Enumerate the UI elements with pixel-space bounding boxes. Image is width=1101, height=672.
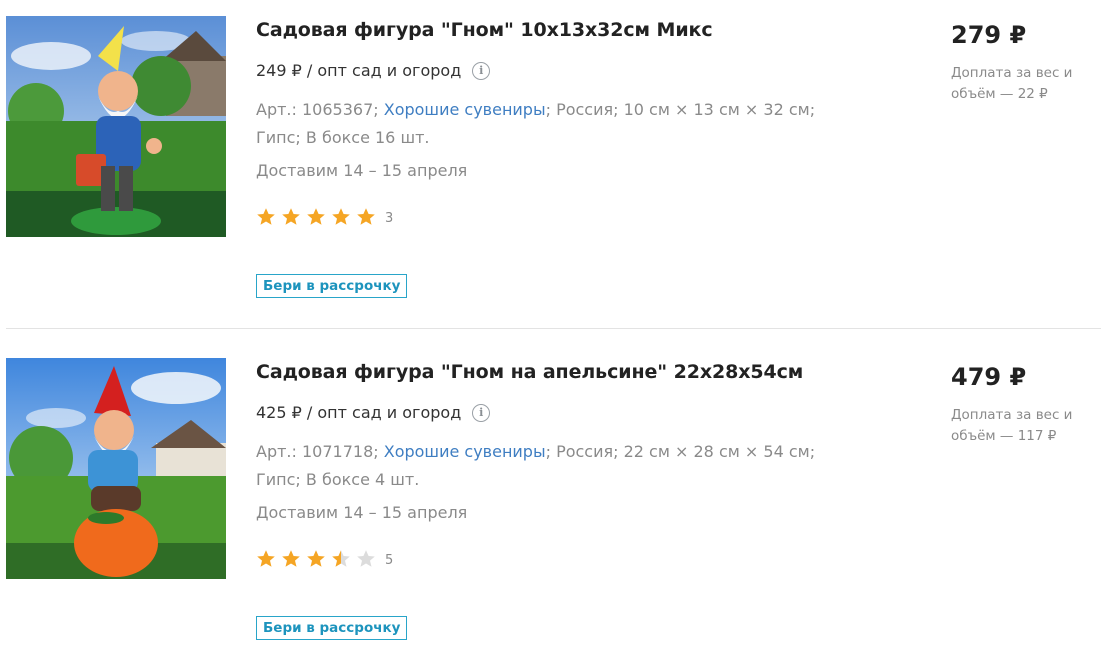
price: 479 ₽: [951, 363, 1027, 391]
star-icon: [307, 550, 325, 567]
details-line2: Гипс; В боксе 4 шт.: [256, 470, 420, 489]
info-circle-icon[interactable]: i: [472, 403, 491, 422]
details-line2: Гипс; В боксе 16 шт.: [256, 128, 430, 147]
divider: [6, 328, 1101, 329]
product-details: Арт.: 1071718; Хорошие сувениры; Россия;…: [256, 438, 856, 494]
star-icon: [282, 208, 300, 225]
brand-link[interactable]: Хорошие сувениры: [384, 100, 546, 119]
star-icon: [357, 550, 375, 567]
product-image-gnome-orange[interactable]: [6, 358, 226, 579]
surcharge-note: Доплата за вес и объём — 117 ₽: [951, 407, 1073, 444]
star-icon: [307, 208, 325, 225]
star-icon: [332, 550, 350, 567]
product-title[interactable]: Садовая фигура "Гном на апельсине" 22х28…: [256, 361, 803, 383]
star-icon: [357, 208, 375, 225]
rating-stars[interactable]: 5: [256, 549, 393, 569]
rating-stars[interactable]: 3: [256, 207, 393, 227]
details-text: ; Россия; 10 см × 13 см × 32 см;: [545, 100, 816, 119]
product-title[interactable]: Садовая фигура "Гном" 10х13х32см Микс: [256, 19, 713, 41]
wholesale-price-text: 425 ₽ / опт сад и огород: [256, 403, 462, 422]
star-icon: [257, 550, 275, 567]
product-details: Арт.: 1065367; Хорошие сувениры; Россия;…: [256, 96, 856, 152]
surcharge-note: Доплата за вес и объём — 22 ₽: [951, 65, 1073, 102]
info-circle-icon[interactable]: i: [472, 61, 491, 80]
rating-count[interactable]: 5: [385, 553, 393, 568]
article-number: Арт.: 1065367;: [256, 100, 379, 119]
star-icon: [257, 208, 275, 225]
delivery-date: Доставим 14 – 15 апреля: [256, 503, 468, 522]
wholesale-price-text: 249 ₽ / опт сад и огород: [256, 61, 462, 80]
star-icon: [282, 550, 300, 567]
product-card: Садовая фигура "Гном" 10х13х32см Микс 24…: [0, 0, 1101, 330]
brand-link[interactable]: Хорошие сувениры: [384, 442, 546, 461]
product-card: Садовая фигура "Гном на апельсине" 22х28…: [0, 342, 1101, 672]
wholesale-price: 249 ₽ / опт сад и огород i: [256, 61, 491, 80]
product-image-gnome[interactable]: [6, 16, 226, 237]
rating-count[interactable]: 3: [385, 211, 393, 226]
details-text: ; Россия; 22 см × 28 см × 54 см;: [545, 442, 816, 461]
installment-button[interactable]: Бери в рассрочку: [256, 274, 408, 298]
star-icon: [332, 208, 350, 225]
article-number: Арт.: 1071718;: [256, 442, 379, 461]
installment-button[interactable]: Бери в рассрочку: [256, 616, 408, 640]
price: 279 ₽: [951, 21, 1027, 49]
wholesale-price: 425 ₽ / опт сад и огород i: [256, 403, 491, 422]
delivery-date: Доставим 14 – 15 апреля: [256, 161, 468, 180]
